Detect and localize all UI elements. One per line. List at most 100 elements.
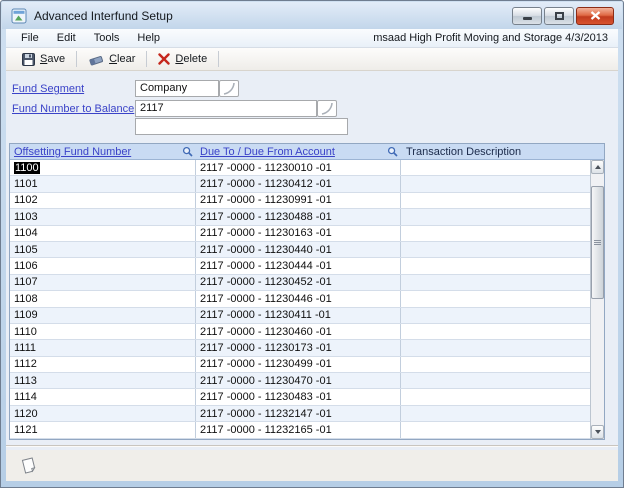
status-bar [6, 450, 618, 481]
offsetting-fund-cell[interactable]: 1110 [14, 326, 37, 338]
close-button[interactable] [576, 7, 614, 25]
table-row[interactable]: 1102 2117 -0000 - 11230991 -01 [10, 193, 590, 209]
due-account-cell[interactable]: 2117 -0000 - 11232147 -01 [200, 408, 332, 420]
table-row[interactable]: 1100 2117 -0000 - 11230010 -01 [10, 160, 590, 176]
clear-button[interactable]: Clear [80, 51, 143, 68]
fund-number-expansion-button[interactable] [317, 100, 337, 117]
expansion-icon [319, 101, 335, 116]
fund-number-field[interactable]: 2117 [135, 100, 317, 117]
note-icon[interactable] [18, 455, 40, 477]
save-icon [22, 53, 35, 66]
offsetting-fund-cell[interactable]: 1105 [14, 244, 38, 256]
fund-number-to-balance-label[interactable]: Fund Number to Balance [12, 103, 134, 115]
table-row[interactable]: 1111 2117 -0000 - 11230173 -01 [10, 340, 590, 356]
expansion-icon [221, 81, 237, 96]
due-account-cell[interactable]: 2117 -0000 - 11230163 -01 [200, 227, 332, 239]
restore-button[interactable] [544, 7, 574, 25]
lookup-icon [182, 146, 194, 158]
delete-button[interactable]: Delete [150, 51, 215, 67]
advanced-interfund-setup-window: Advanced Interfund Setup File Edit Tools… [0, 0, 624, 488]
menu-help[interactable]: Help [128, 32, 169, 44]
offsetting-fund-cell[interactable]: 1114 [14, 391, 37, 403]
table-row[interactable]: 1106 2117 -0000 - 11230444 -01 [10, 258, 590, 274]
due-account-cell[interactable]: 2117 -0000 - 11230483 -01 [200, 391, 332, 403]
table-row[interactable]: 1107 2117 -0000 - 11230452 -01 [10, 275, 590, 291]
table-row[interactable]: 1114 2117 -0000 - 11230483 -01 [10, 389, 590, 405]
table-row[interactable]: 1121 2117 -0000 - 11232165 -01 [10, 422, 590, 438]
clear-icon [88, 53, 104, 66]
table-row[interactable]: 1110 2117 -0000 - 11230460 -01 [10, 324, 590, 340]
account-lookup-button[interactable] [386, 145, 400, 159]
company-context-label: msaad High Profit Moving and Storage 4/3… [373, 32, 612, 44]
menu-edit[interactable]: Edit [48, 32, 85, 44]
titlebar[interactable]: Advanced Interfund Setup [2, 2, 622, 29]
due-account-cell[interactable]: 2117 -0000 - 11230446 -01 [200, 293, 332, 305]
fund-segment-label[interactable]: Fund Segment [12, 83, 84, 95]
restore-icon [555, 12, 564, 20]
offsetting-fund-cell[interactable]: 1100 [14, 162, 40, 174]
minimize-button[interactable] [512, 7, 542, 25]
menubar: File Edit Tools Help msaad High Profit M… [6, 29, 618, 48]
fund-lookup-button[interactable] [181, 145, 195, 159]
offsetting-fund-cell[interactable]: 1121 [14, 424, 38, 436]
save-button[interactable]: Save [14, 51, 73, 68]
due-account-cell[interactable]: 2117 -0000 - 11230173 -01 [200, 342, 332, 354]
grid-header: Offsetting Fund Number Due To / Due From… [10, 144, 604, 160]
due-account-cell[interactable]: 2117 -0000 - 11230010 -01 [200, 162, 332, 174]
table-row[interactable]: 1105 2117 -0000 - 11230440 -01 [10, 242, 590, 258]
due-account-cell[interactable]: 2117 -0000 - 11230991 -01 [200, 194, 332, 206]
offsetting-fund-cell[interactable]: 1113 [14, 375, 37, 387]
scroll-down-icon [595, 430, 601, 434]
scroll-up-button[interactable] [591, 160, 604, 174]
due-account-cell[interactable]: 2117 -0000 - 11230452 -01 [200, 276, 332, 288]
scroll-down-button[interactable] [591, 425, 604, 439]
app-icon [11, 8, 27, 24]
table-row[interactable]: 1113 2117 -0000 - 11230470 -01 [10, 373, 590, 389]
offsetting-fund-cell[interactable]: 1107 [14, 276, 38, 288]
offsetting-fund-cell[interactable]: 1120 [14, 408, 38, 420]
offsetting-fund-cell[interactable]: 1106 [14, 260, 38, 272]
toolbar-separator [146, 51, 147, 67]
offsetting-fund-cell[interactable]: 1109 [14, 309, 38, 321]
offsetting-fund-cell[interactable]: 1111 [14, 342, 36, 354]
table-body: 1100 2117 -0000 - 11230010 -01 1101 2117… [10, 160, 590, 439]
offsetting-fund-cell[interactable]: 1112 [14, 358, 37, 370]
table-row[interactable]: 1103 2117 -0000 - 11230488 -01 [10, 209, 590, 225]
due-to-due-from-account-header[interactable]: Due To / Due From Account [196, 146, 335, 158]
offsetting-fund-cell[interactable]: 1103 [14, 211, 38, 223]
offsetting-fund-cell[interactable]: 1104 [14, 227, 38, 239]
toolbar: Save Clear Delete [6, 48, 618, 71]
due-account-cell[interactable]: 2117 -0000 - 11230412 -01 [200, 178, 332, 190]
due-account-cell[interactable]: 2117 -0000 - 11230444 -01 [200, 260, 332, 272]
due-account-cell[interactable]: 2117 -0000 - 11230440 -01 [200, 244, 332, 256]
toolbar-separator [76, 51, 77, 67]
table-row[interactable]: 1108 2117 -0000 - 11230446 -01 [10, 291, 590, 307]
table-row[interactable]: 1120 2117 -0000 - 11232147 -01 [10, 406, 590, 422]
scrollbar-track[interactable] [591, 174, 604, 425]
table-row[interactable]: 1112 2117 -0000 - 11230499 -01 [10, 357, 590, 373]
fund-segment-dropdown-button[interactable] [219, 80, 239, 97]
due-account-cell[interactable]: 2117 -0000 - 11230499 -01 [200, 358, 332, 370]
close-icon [590, 11, 601, 20]
offsetting-fund-number-header[interactable]: Offsetting Fund Number [10, 146, 131, 158]
table-row[interactable]: 1109 2117 -0000 - 11230411 -01 [10, 308, 590, 324]
offsetting-fund-cell[interactable]: 1108 [14, 293, 38, 305]
due-account-cell[interactable]: 2117 -0000 - 11230411 -01 [200, 309, 331, 321]
scrollbar-thumb[interactable] [591, 186, 604, 299]
client-area: File Edit Tools Help msaad High Profit M… [6, 29, 618, 481]
fund-description-field[interactable] [135, 118, 348, 135]
due-account-cell[interactable]: 2117 -0000 - 11230488 -01 [200, 211, 332, 223]
table-row[interactable]: 1101 2117 -0000 - 11230412 -01 [10, 176, 590, 192]
due-account-cell[interactable]: 2117 -0000 - 11230470 -01 [200, 375, 332, 387]
table-row[interactable]: 1104 2117 -0000 - 11230163 -01 [10, 226, 590, 242]
menu-file[interactable]: File [12, 32, 48, 44]
due-account-cell[interactable]: 2117 -0000 - 11230460 -01 [200, 326, 332, 338]
thumb-grip-icon [594, 240, 601, 245]
vertical-scrollbar[interactable] [590, 160, 604, 439]
offsetting-fund-cell[interactable]: 1102 [14, 194, 38, 206]
due-account-cell[interactable]: 2117 -0000 - 11232165 -01 [200, 424, 332, 436]
menu-tools[interactable]: Tools [85, 32, 129, 44]
offsetting-fund-cell[interactable]: 1101 [14, 178, 38, 190]
toolbar-separator [218, 51, 219, 67]
fund-segment-field[interactable]: Company [135, 80, 219, 97]
